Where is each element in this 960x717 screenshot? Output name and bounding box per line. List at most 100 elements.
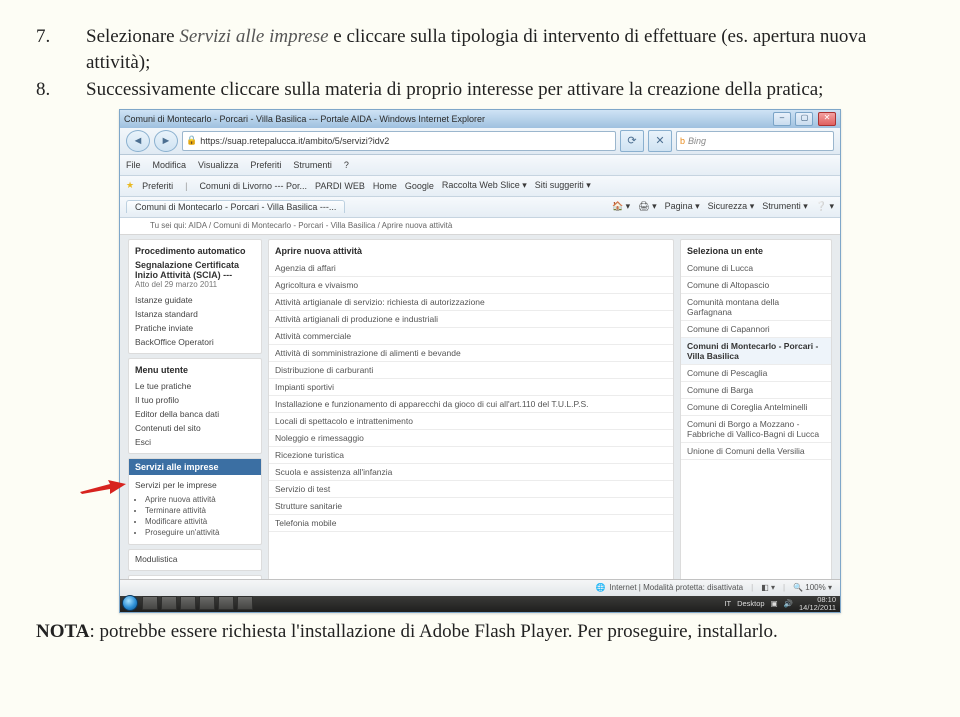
ente-item[interactable]: Comune di Lucca <box>681 260 831 277</box>
ente-item-selected[interactable]: Comuni di Montecarlo - Porcari - Villa B… <box>681 338 831 365</box>
activity-item[interactable]: Impianti sportivi <box>269 379 673 396</box>
menu-file[interactable]: File <box>126 160 141 170</box>
activity-item[interactable]: Attività commerciale <box>269 328 673 345</box>
menu-fav[interactable]: Preferiti <box>250 160 281 170</box>
url-text: https://suap.retepalucca.it/ambito/5/ser… <box>200 136 389 146</box>
protected-mode-icon[interactable]: ◧ ▾ <box>761 583 775 592</box>
ente-item[interactable]: Comune di Capannori <box>681 321 831 338</box>
activity-item[interactable]: Agenzia di affari <box>269 260 673 277</box>
stop-button[interactable]: ✕ <box>648 130 672 152</box>
close-button[interactable]: ✕ <box>818 112 836 126</box>
step-7: 7. Selezionare Servizi alle imprese e cl… <box>36 24 924 75</box>
start-button[interactable] <box>122 595 138 611</box>
activity-item[interactable]: Distribuzione di carburanti <box>269 362 673 379</box>
ente-item[interactable]: Comune di Pescaglia <box>681 365 831 382</box>
address-bar[interactable]: 🔒 https://suap.retepalucca.it/ambito/5/s… <box>182 131 616 151</box>
activity-item[interactable]: Ricezione turistica <box>269 447 673 464</box>
activity-item[interactable]: Agricoltura e vivaismo <box>269 277 673 294</box>
activity-item[interactable]: Strutture sanitarie <box>269 498 673 515</box>
security-zone: 🌐 Internet | Modalità protetta: disattiv… <box>595 583 743 592</box>
servizi-item[interactable]: Terminare attività <box>145 505 255 516</box>
note-line: NOTA: potrebbe essere richiesta l'instal… <box>36 621 924 643</box>
fav-link[interactable]: Home <box>373 181 397 191</box>
fav-link[interactable]: PARDI WEB <box>315 181 365 191</box>
link-modulistica[interactable]: Modulistica <box>135 552 255 566</box>
taskbar-pin[interactable] <box>237 596 253 610</box>
activity-item[interactable]: Scuola e assistenza all'infanzia <box>269 464 673 481</box>
activity-item[interactable]: Locali di spettacolo e intrattenimento <box>269 413 673 430</box>
fav-link[interactable]: Google <box>405 181 434 191</box>
panel-servizi-imprese: Servizi alle imprese Servizi per le impr… <box>128 458 262 545</box>
tool-print[interactable]: 🖨 ▾ <box>638 201 656 212</box>
activity-item[interactable]: Attività artigianali di produzione e ind… <box>269 311 673 328</box>
activity-item[interactable]: Attività artigianale di servizio: richie… <box>269 294 673 311</box>
menu-help[interactable]: ? <box>344 160 349 170</box>
link-backoffice[interactable]: BackOffice Operatori <box>135 335 255 349</box>
menu-view[interactable]: Visualizza <box>198 160 238 170</box>
ente-item[interactable]: Comune di Barga <box>681 382 831 399</box>
link-istanza-standard[interactable]: Istanza standard <box>135 307 255 321</box>
activity-item[interactable]: Servizio di test <box>269 481 673 498</box>
activity-item[interactable]: Attività di somministrazione di alimenti… <box>269 345 673 362</box>
tray-icon[interactable]: ▣ <box>771 599 778 608</box>
status-bar: 🌐 Internet | Modalità protetta: disattiv… <box>120 579 840 596</box>
tray-clock[interactable]: 08:10 14/12/2011 <box>799 596 836 611</box>
forward-button[interactable]: ► <box>154 130 178 152</box>
servizi-item[interactable]: Modificare attività <box>145 516 255 527</box>
servizi-item[interactable]: Aprire nuova attività <box>145 494 255 505</box>
left-column: Procedimento automatico Segnalazione Cer… <box>128 239 262 601</box>
activity-item[interactable]: Noleggio e rimessaggio <box>269 430 673 447</box>
tool-page[interactable]: Pagina ▾ <box>665 201 700 212</box>
link-tue-pratiche[interactable]: Le tue pratiche <box>135 379 255 393</box>
tool-help[interactable]: ❔ ▾ <box>816 201 834 212</box>
taskbar-pin[interactable] <box>218 596 234 610</box>
link-editor[interactable]: Editor della banca dati <box>135 407 255 421</box>
link-istanze-guidate[interactable]: Istanze guidate <box>135 293 255 307</box>
servizi-list: Aprire nuova attività Terminare attività… <box>135 494 255 538</box>
fav-link[interactable]: Comuni di Livorno --- Por... <box>199 181 307 191</box>
tray-lang[interactable]: IT <box>724 599 731 608</box>
ente-item[interactable]: Comune di Coreglia Antelminelli <box>681 399 831 416</box>
panel-title: Menu utente <box>135 365 255 375</box>
servizi-item[interactable]: Proseguire un'attività <box>145 527 255 538</box>
taskbar-pin[interactable] <box>161 596 177 610</box>
taskbar-pin[interactable] <box>142 596 158 610</box>
taskbar-pin[interactable] <box>180 596 196 610</box>
ente-item[interactable]: Comunità montana della Garfagnana <box>681 294 831 321</box>
tray-desktop[interactable]: Desktop <box>737 599 765 608</box>
ente-item[interactable]: Comuni di Borgo a Mozzano -Fabbriche di … <box>681 416 831 443</box>
tool-tools[interactable]: Strumenti ▾ <box>762 201 808 212</box>
menu-edit[interactable]: Modifica <box>153 160 187 170</box>
search-box[interactable]: b Bing <box>676 131 834 151</box>
panel-title: Servizi alle imprese <box>129 459 261 475</box>
link-esci[interactable]: Esci <box>135 435 255 449</box>
step-7-text: Selezionare Servizi alle imprese e clicc… <box>86 24 924 75</box>
taskbar-pin[interactable] <box>199 596 215 610</box>
globe-icon: 🌐 <box>595 583 605 592</box>
browser-tab[interactable]: Comuni di Montecarlo - Porcari - Villa B… <box>126 200 345 213</box>
back-button[interactable]: ◄ <box>126 130 150 152</box>
zoom-level[interactable]: 🔍 100% ▾ <box>793 583 832 592</box>
tray-icon[interactable]: 🔊 <box>784 599 793 608</box>
activity-item[interactable]: Installazione e funzionamento di apparec… <box>269 396 673 413</box>
tool-home[interactable]: 🏠 ▾ <box>612 201 630 212</box>
link-contenuti[interactable]: Contenuti del sito <box>135 421 255 435</box>
instruction-list: 7. Selezionare Servizi alle imprese e cl… <box>36 24 924 103</box>
refresh-button[interactable]: ⟳ <box>620 130 644 152</box>
star-icon[interactable]: ★ <box>126 180 134 191</box>
minimize-button[interactable]: – <box>773 112 791 126</box>
activity-item[interactable]: Telefonia mobile <box>269 515 673 532</box>
ente-item[interactable]: Comune di Altopascio <box>681 277 831 294</box>
maximize-button[interactable]: ▢ <box>795 112 813 126</box>
fav-label[interactable]: Preferiti <box>142 181 173 191</box>
link-profilo[interactable]: Il tuo profilo <box>135 393 255 407</box>
fav-link[interactable]: Siti suggeriti ▾ <box>535 180 591 191</box>
lock-icon: 🔒 <box>186 135 197 146</box>
right-column: Seleziona un ente Comune di Lucca Comune… <box>680 239 832 601</box>
link-pratiche-inviate[interactable]: Pratiche inviate <box>135 321 255 335</box>
tool-security[interactable]: Sicurezza ▾ <box>708 201 755 212</box>
fav-link[interactable]: Raccolta Web Slice ▾ <box>442 180 527 191</box>
panel-modulistica[interactable]: Modulistica <box>128 549 262 571</box>
ente-item[interactable]: Unione di Comuni della Versilia <box>681 443 831 460</box>
menu-tools[interactable]: Strumenti <box>293 160 332 170</box>
